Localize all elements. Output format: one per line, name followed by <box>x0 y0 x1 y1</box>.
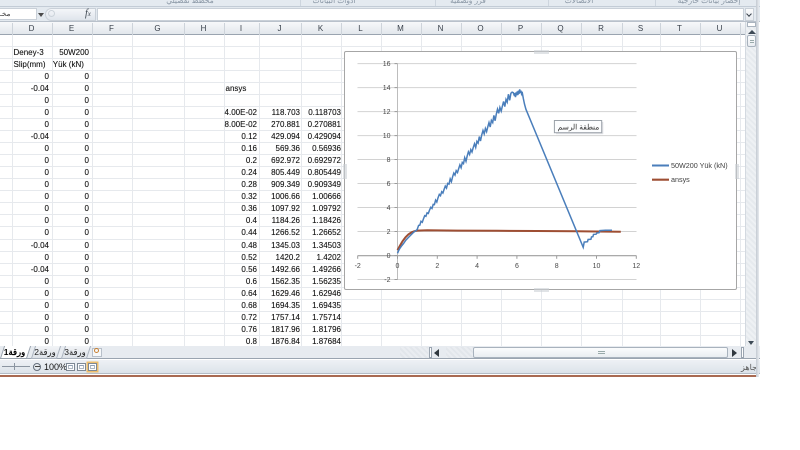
svg-text:8: 8 <box>555 263 559 270</box>
svg-text:12: 12 <box>383 109 391 116</box>
svg-text:10: 10 <box>383 133 391 140</box>
svg-text:10: 10 <box>593 263 601 270</box>
svg-text:8: 8 <box>387 157 391 164</box>
svg-text:4: 4 <box>387 205 391 212</box>
svg-text:2: 2 <box>435 263 439 270</box>
svg-text:14: 14 <box>383 85 391 92</box>
svg-text:2: 2 <box>387 229 391 236</box>
svg-text:0: 0 <box>387 253 391 260</box>
svg-text:-2: -2 <box>355 263 361 270</box>
svg-text:6: 6 <box>515 263 519 270</box>
svg-text:4: 4 <box>475 263 479 270</box>
svg-text:ansys: ansys <box>671 175 690 184</box>
svg-text:12: 12 <box>632 263 640 270</box>
svg-text:منطقة الرسم: منطقة الرسم <box>558 122 600 131</box>
svg-text:-2: -2 <box>384 277 390 284</box>
svg-text:16: 16 <box>383 61 391 68</box>
svg-text:6: 6 <box>387 181 391 188</box>
svg-text:50W200 Yük (kN): 50W200 Yük (kN) <box>671 161 728 170</box>
svg-text:0: 0 <box>396 263 400 270</box>
